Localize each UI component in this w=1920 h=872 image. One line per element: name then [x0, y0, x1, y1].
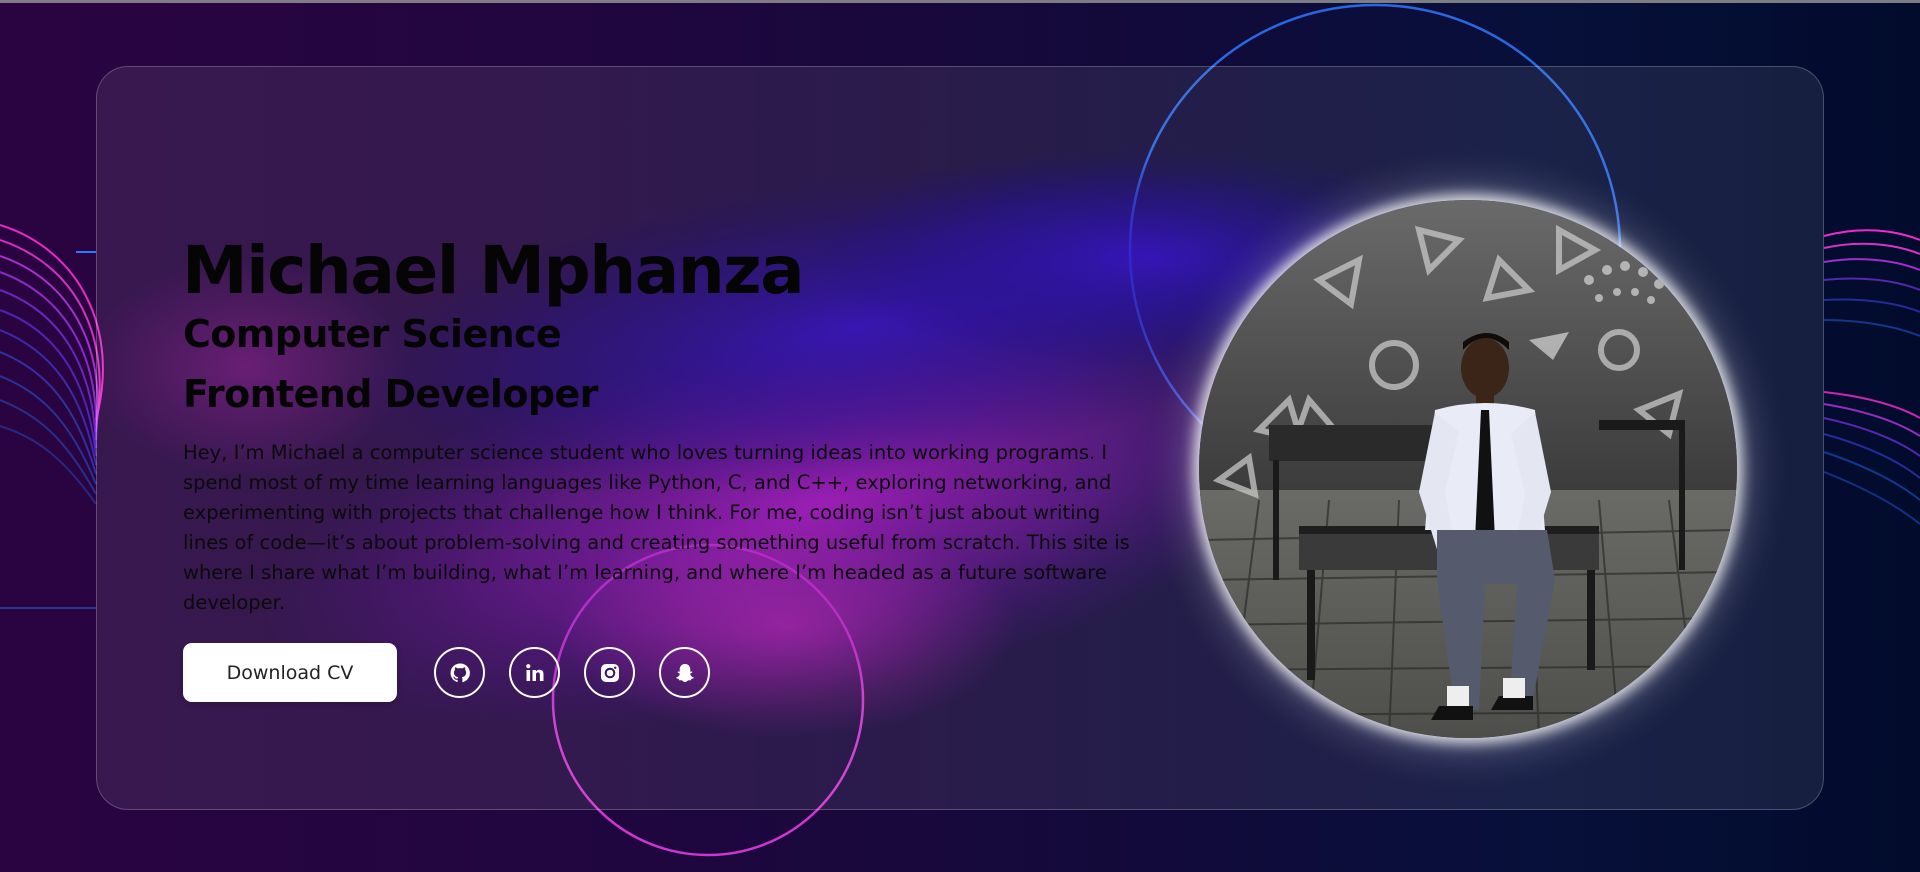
github-link[interactable]: [434, 647, 485, 698]
hero-card: Michael Mphanza Computer Science Fronten…: [96, 66, 1824, 810]
instagram-link[interactable]: [584, 647, 635, 698]
snapchat-icon: [675, 663, 694, 682]
hero-bio: Hey, I’m Michael a computer science stud…: [183, 441, 1130, 614]
hero-role-1: Computer Science: [183, 312, 562, 356]
linkedin-link[interactable]: [509, 647, 560, 698]
profile-photo-illustration: [1199, 200, 1737, 738]
linkedin-icon: [525, 663, 543, 681]
faint-navigation: [97, 153, 1823, 173]
instagram-icon: [600, 663, 619, 682]
hero-name: Michael Mphanza: [182, 232, 805, 309]
snapchat-link[interactable]: [659, 647, 710, 698]
github-icon: [450, 662, 470, 682]
hero-role-2: Frontend Developer: [183, 372, 598, 416]
profile-photo: [1199, 200, 1737, 738]
download-cv-button[interactable]: Download CV: [183, 643, 397, 702]
